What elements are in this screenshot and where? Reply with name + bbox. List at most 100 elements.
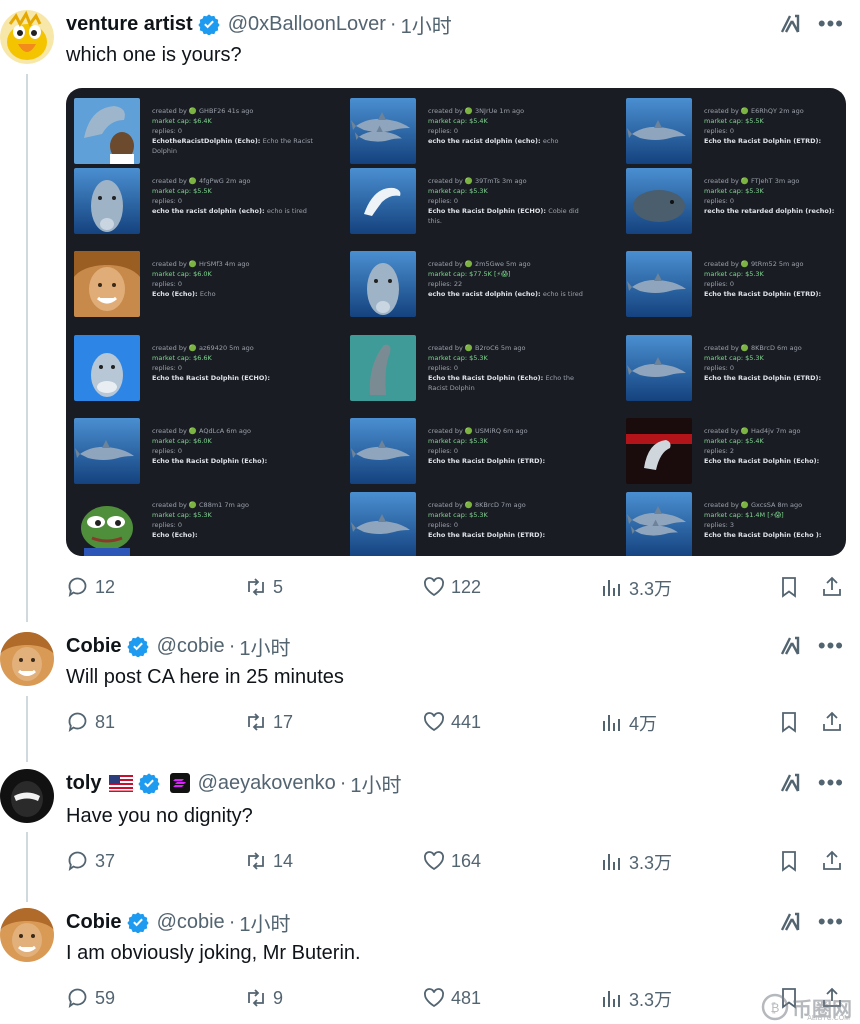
watermark-icon: ₿ [761, 993, 789, 1021]
created-by-line: created by 🟢 AQdLcA 6m ago [152, 427, 251, 435]
more-options-icon[interactable]: ••• [818, 911, 844, 933]
coin-name: Echo the Racist Dolphin (ECHO): Cobie di… [428, 207, 579, 225]
reply-button[interactable]: 12 [66, 575, 115, 599]
display-name[interactable]: venture artist [66, 13, 193, 36]
share-button[interactable] [820, 575, 844, 599]
coin-listing-card: created by 🟢 E6RhQY 2m ago market cap: $5… [618, 98, 846, 168]
like-count: 164 [451, 850, 482, 871]
tweet[interactable]: toly @aeyakovenko · 1小时 ••• Have you no … [0, 769, 860, 879]
like-button[interactable]: 441 [422, 710, 481, 734]
share-button[interactable] [820, 849, 844, 873]
coin-thumbnail [350, 98, 416, 164]
more-options-icon[interactable]: ••• [818, 13, 844, 35]
coin-thumbnail [626, 335, 692, 401]
avatar[interactable] [0, 908, 54, 962]
coin-description: echo is tired [266, 207, 307, 215]
views-button[interactable]: 3.3万 [600, 986, 672, 1012]
reply-count: 59 [95, 987, 116, 1008]
coin-meta: created by 🟢 AQdLcA 6m ago market cap: $6… [152, 426, 318, 466]
replies-count: replies: 0 [152, 447, 183, 455]
tweet[interactable]: Cobie @cobie · 1小时 ••• Will post CA here… [0, 632, 860, 742]
reply-icon [68, 988, 87, 1009]
reply-button[interactable]: 81 [66, 710, 115, 734]
retweet-button[interactable]: 9 [244, 986, 283, 1010]
coin-meta: created by 🟢 GHBF26 41s ago market cap: $… [152, 106, 318, 156]
retweet-button[interactable]: 5 [244, 575, 283, 599]
grok-icon[interactable] [778, 634, 802, 658]
market-cap: market cap: $5.3K [704, 354, 764, 362]
handle[interactable]: @cobie [157, 911, 225, 934]
like-button[interactable]: 164 [422, 849, 481, 873]
retweet-icon [248, 989, 264, 1007]
reply-button[interactable]: 59 [66, 986, 115, 1010]
views-button[interactable]: 4万 [600, 710, 657, 736]
view-count: 4万 [629, 714, 658, 734]
views-button[interactable]: 3.3万 [600, 575, 672, 601]
coin-listing-card: created by 🟢 3NJrUe 1m ago market cap: $5… [342, 98, 592, 168]
share-button[interactable] [820, 710, 844, 734]
timestamp[interactable]: 1小时 [401, 10, 452, 39]
coin-thumbnail [74, 251, 140, 317]
market-cap: market cap: $6.0K [152, 270, 212, 278]
bookmark-icon [782, 851, 796, 872]
like-count: 122 [451, 576, 482, 597]
tweet[interactable]: Cobie @cobie · 1小时 ••• I am obviously jo… [0, 908, 860, 1024]
market-cap: market cap: $5.3K [152, 511, 212, 519]
market-cap: market cap: $5.4K [428, 117, 488, 125]
coin-meta: created by 🟢 4fgPwG 2m ago market cap: $5… [152, 176, 318, 216]
market-cap: market cap: $5.3K [428, 187, 488, 195]
retweet-count: 14 [273, 850, 294, 871]
like-button[interactable]: 122 [422, 575, 481, 599]
created-by-line: created by 🟢 GxcsSA 8m ago [704, 501, 803, 509]
coin-listing-card: created by 🟢 8KBrcD 6m ago market cap: $5… [618, 335, 846, 405]
handle[interactable]: @0xBalloonLover [228, 13, 386, 36]
coin-meta: created by 🟢 E6RhQY 2m ago market cap: $5… [704, 106, 846, 146]
coin-listing-card: created by 🟢 FTJehT 3m ago market cap: $5… [618, 168, 846, 238]
solana-affiliate-icon[interactable] [169, 773, 190, 793]
retweet-count: 9 [273, 987, 284, 1008]
views-button[interactable]: 3.3万 [600, 849, 672, 875]
timestamp[interactable]: 1小时 [239, 632, 290, 661]
reply-icon [68, 577, 87, 598]
bookmark-button[interactable] [777, 575, 801, 599]
replies-count: replies: 0 [428, 127, 459, 135]
avatar[interactable] [0, 769, 54, 823]
replies-count: replies: 0 [428, 521, 459, 529]
grok-icon[interactable] [778, 12, 802, 36]
reply-button[interactable]: 37 [66, 849, 115, 873]
handle[interactable]: @cobie [157, 635, 225, 658]
more-options-icon[interactable]: ••• [818, 772, 844, 794]
avatar[interactable] [0, 632, 54, 686]
retweet-button[interactable]: 17 [244, 710, 293, 734]
share-icon [823, 576, 841, 596]
created-by-line: created by 🟢 8KBrcD 7m ago [428, 501, 526, 509]
retweet-button[interactable]: 14 [244, 849, 293, 873]
separator-dot: · [389, 12, 397, 35]
bookmark-button[interactable] [777, 710, 801, 734]
handle[interactable]: @aeyakovenko [198, 772, 336, 795]
bookmark-button[interactable] [777, 849, 801, 873]
coin-thumbnail [74, 98, 140, 164]
coin-meta: created by 🟢 GxcsSA 8m ago market cap: $1… [704, 500, 846, 540]
display-name[interactable]: Cobie [66, 911, 122, 934]
timestamp[interactable]: 1小时 [239, 908, 290, 937]
display-name[interactable]: Cobie [66, 635, 122, 658]
retweet-icon [248, 852, 264, 870]
timestamp[interactable]: 1小时 [350, 769, 401, 798]
media-image[interactable]: created by 🟢 GHBF26 41s ago market cap: $… [66, 88, 846, 556]
grok-icon[interactable] [778, 910, 802, 934]
coin-name: Echo the Racist Dolphin (ETRD): [428, 531, 546, 539]
market-cap: market cap: $5.5K [704, 117, 764, 125]
replies-count: replies: 0 [152, 127, 183, 135]
avatar[interactable] [0, 10, 54, 64]
coin-thumbnail [350, 335, 416, 401]
display-name[interactable]: toly [66, 772, 102, 795]
more-options-icon[interactable]: ••• [818, 635, 844, 657]
grok-icon[interactable] [778, 771, 802, 795]
tweet[interactable]: venture artist @0xBalloonLover · 1小时 •••… [0, 10, 860, 610]
heart-icon [423, 577, 445, 597]
replies-count: replies: 0 [152, 280, 183, 288]
coin-listing-card: created by 🟢 AQdLcA 6m ago market cap: $6… [66, 418, 316, 488]
like-button[interactable]: 481 [422, 986, 481, 1010]
coin-meta: created by 🟢 39TmTs 3m ago market cap: $5… [428, 176, 594, 226]
